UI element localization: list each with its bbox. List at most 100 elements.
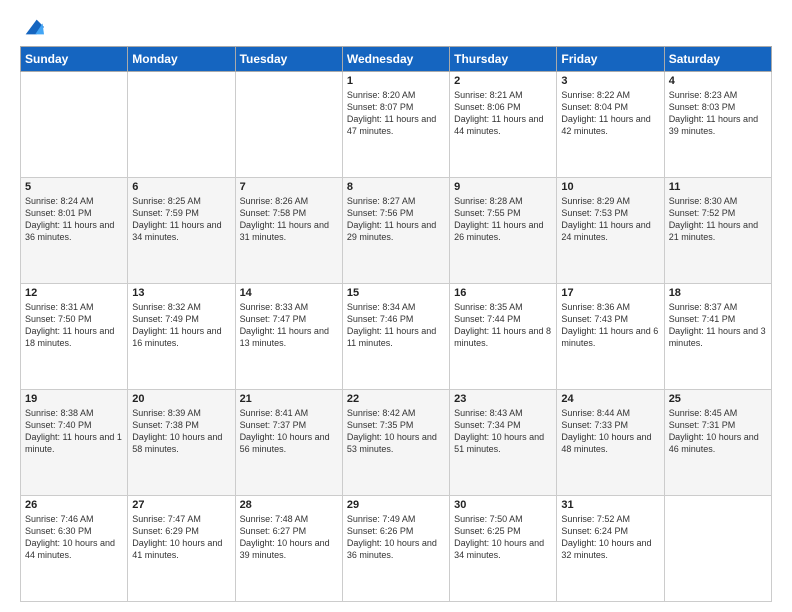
calendar-cell: 19 Sunrise: 8:38 AM Sunset: 7:40 PM Dayli… <box>21 390 128 496</box>
day-header: Tuesday <box>235 47 342 72</box>
calendar-cell: 9 Sunrise: 8:28 AM Sunset: 7:55 PM Daylig… <box>450 178 557 284</box>
header <box>20 16 772 38</box>
calendar-cell: 13 Sunrise: 8:32 AM Sunset: 7:49 PM Dayli… <box>128 284 235 390</box>
day-info: Sunrise: 8:41 AM Sunset: 7:37 PM Dayligh… <box>240 407 338 456</box>
calendar-week: 19 Sunrise: 8:38 AM Sunset: 7:40 PM Dayli… <box>21 390 772 496</box>
calendar-cell: 6 Sunrise: 8:25 AM Sunset: 7:59 PM Daylig… <box>128 178 235 284</box>
day-number: 25 <box>669 393 767 405</box>
day-number: 24 <box>561 393 659 405</box>
calendar-cell: 1 Sunrise: 8:20 AM Sunset: 8:07 PM Daylig… <box>342 72 449 178</box>
calendar-cell: 15 Sunrise: 8:34 AM Sunset: 7:46 PM Dayli… <box>342 284 449 390</box>
calendar-cell: 24 Sunrise: 8:44 AM Sunset: 7:33 PM Dayli… <box>557 390 664 496</box>
calendar-cell: 28Sunrise: 7:48 AM Sunset: 6:27 PM Dayli… <box>235 496 342 602</box>
calendar-week: 26Sunrise: 7:46 AM Sunset: 6:30 PM Dayli… <box>21 496 772 602</box>
day-number: 10 <box>561 181 659 193</box>
day-info: Sunrise: 8:33 AM Sunset: 7:47 PM Dayligh… <box>240 301 338 350</box>
day-number: 27 <box>132 499 230 511</box>
day-number: 9 <box>454 181 552 193</box>
day-info: Sunrise: 8:37 AM Sunset: 7:41 PM Dayligh… <box>669 301 767 350</box>
day-number: 19 <box>25 393 123 405</box>
day-number: 8 <box>347 181 445 193</box>
day-info: Sunrise: 8:39 AM Sunset: 7:38 PM Dayligh… <box>132 407 230 456</box>
calendar-cell <box>128 72 235 178</box>
day-info: Sunrise: 8:31 AM Sunset: 7:50 PM Dayligh… <box>25 301 123 350</box>
day-info: Sunrise: 8:32 AM Sunset: 7:49 PM Dayligh… <box>132 301 230 350</box>
day-number: 29 <box>347 499 445 511</box>
page: SundayMondayTuesdayWednesdayThursdayFrid… <box>0 0 792 612</box>
day-number: 22 <box>347 393 445 405</box>
day-header: Friday <box>557 47 664 72</box>
day-info: Sunrise: 8:27 AM Sunset: 7:56 PM Dayligh… <box>347 195 445 244</box>
calendar-cell: 20 Sunrise: 8:39 AM Sunset: 7:38 PM Dayli… <box>128 390 235 496</box>
calendar-cell: 25 Sunrise: 8:45 AM Sunset: 7:31 PM Dayli… <box>664 390 771 496</box>
calendar-cell: 18 Sunrise: 8:37 AM Sunset: 7:41 PM Dayli… <box>664 284 771 390</box>
day-header: Monday <box>128 47 235 72</box>
day-info: Sunrise: 8:44 AM Sunset: 7:33 PM Dayligh… <box>561 407 659 456</box>
day-info: Sunrise: 8:20 AM Sunset: 8:07 PM Dayligh… <box>347 89 445 138</box>
day-info: Sunrise: 8:22 AM Sunset: 8:04 PM Dayligh… <box>561 89 659 138</box>
calendar-cell: 21 Sunrise: 8:41 AM Sunset: 7:37 PM Dayli… <box>235 390 342 496</box>
calendar-cell: 27 Sunrise: 7:47 AM Sunset: 6:29 PM Dayli… <box>128 496 235 602</box>
day-info: Sunrise: 7:47 AM Sunset: 6:29 PM Dayligh… <box>132 513 230 562</box>
day-info: Sunrise: 8:24 AM Sunset: 8:01 PM Dayligh… <box>25 195 123 244</box>
day-info: Sunrise: 8:23 AM Sunset: 8:03 PM Dayligh… <box>669 89 767 138</box>
calendar-cell: 22 Sunrise: 8:42 AM Sunset: 7:35 PM Dayli… <box>342 390 449 496</box>
day-number: 2 <box>454 75 552 87</box>
calendar-cell: 31 Sunrise: 7:52 AM Sunset: 6:24 PM Dayli… <box>557 496 664 602</box>
calendar-cell <box>235 72 342 178</box>
day-info: Sunrise: 8:36 AM Sunset: 7:43 PM Dayligh… <box>561 301 659 350</box>
day-number: 28 <box>240 499 338 511</box>
day-info: Sunrise: 8:25 AM Sunset: 7:59 PM Dayligh… <box>132 195 230 244</box>
calendar-cell <box>664 496 771 602</box>
day-info: Sunrise: 7:52 AM Sunset: 6:24 PM Dayligh… <box>561 513 659 562</box>
calendar-cell: 8 Sunrise: 8:27 AM Sunset: 7:56 PM Daylig… <box>342 178 449 284</box>
day-number: 16 <box>454 287 552 299</box>
day-info: Sunrise: 8:21 AM Sunset: 8:06 PM Dayligh… <box>454 89 552 138</box>
day-number: 3 <box>561 75 659 87</box>
calendar-cell: 29Sunrise: 7:49 AM Sunset: 6:26 PM Dayli… <box>342 496 449 602</box>
day-info: Sunrise: 8:43 AM Sunset: 7:34 PM Dayligh… <box>454 407 552 456</box>
day-number: 12 <box>25 287 123 299</box>
day-number: 11 <box>669 181 767 193</box>
day-info: Sunrise: 8:38 AM Sunset: 7:40 PM Dayligh… <box>25 407 123 456</box>
day-number: 4 <box>669 75 767 87</box>
logo-icon <box>22 16 44 38</box>
day-number: 6 <box>132 181 230 193</box>
day-number: 30 <box>454 499 552 511</box>
calendar-cell: 2 Sunrise: 8:21 AM Sunset: 8:06 PM Daylig… <box>450 72 557 178</box>
day-info: Sunrise: 8:45 AM Sunset: 7:31 PM Dayligh… <box>669 407 767 456</box>
calendar-cell: 10 Sunrise: 8:29 AM Sunset: 7:53 PM Dayli… <box>557 178 664 284</box>
day-info: Sunrise: 8:26 AM Sunset: 7:58 PM Dayligh… <box>240 195 338 244</box>
calendar-cell <box>21 72 128 178</box>
day-info: Sunrise: 8:34 AM Sunset: 7:46 PM Dayligh… <box>347 301 445 350</box>
calendar: SundayMondayTuesdayWednesdayThursdayFrid… <box>20 46 772 602</box>
day-number: 13 <box>132 287 230 299</box>
day-info: Sunrise: 8:42 AM Sunset: 7:35 PM Dayligh… <box>347 407 445 456</box>
day-info: Sunrise: 8:30 AM Sunset: 7:52 PM Dayligh… <box>669 195 767 244</box>
day-info: Sunrise: 7:46 AM Sunset: 6:30 PM Dayligh… <box>25 513 123 562</box>
calendar-cell: 30 Sunrise: 7:50 AM Sunset: 6:25 PM Dayli… <box>450 496 557 602</box>
day-number: 21 <box>240 393 338 405</box>
day-number: 20 <box>132 393 230 405</box>
calendar-cell: 12 Sunrise: 8:31 AM Sunset: 7:50 PM Dayli… <box>21 284 128 390</box>
day-header: Thursday <box>450 47 557 72</box>
day-number: 1 <box>347 75 445 87</box>
calendar-cell: 14 Sunrise: 8:33 AM Sunset: 7:47 PM Dayli… <box>235 284 342 390</box>
day-info: Sunrise: 8:29 AM Sunset: 7:53 PM Dayligh… <box>561 195 659 244</box>
calendar-cell: 26Sunrise: 7:46 AM Sunset: 6:30 PM Dayli… <box>21 496 128 602</box>
day-header: Sunday <box>21 47 128 72</box>
logo <box>20 16 44 38</box>
day-info: Sunrise: 7:50 AM Sunset: 6:25 PM Dayligh… <box>454 513 552 562</box>
calendar-cell: 4 Sunrise: 8:23 AM Sunset: 8:03 PM Daylig… <box>664 72 771 178</box>
calendar-week: 12 Sunrise: 8:31 AM Sunset: 7:50 PM Dayli… <box>21 284 772 390</box>
day-header: Saturday <box>664 47 771 72</box>
day-number: 31 <box>561 499 659 511</box>
calendar-cell: 5Sunrise: 8:24 AM Sunset: 8:01 PM Daylig… <box>21 178 128 284</box>
day-info: Sunrise: 8:28 AM Sunset: 7:55 PM Dayligh… <box>454 195 552 244</box>
day-number: 14 <box>240 287 338 299</box>
day-number: 15 <box>347 287 445 299</box>
calendar-week: 5Sunrise: 8:24 AM Sunset: 8:01 PM Daylig… <box>21 178 772 284</box>
day-number: 18 <box>669 287 767 299</box>
day-number: 23 <box>454 393 552 405</box>
calendar-cell: 16Sunrise: 8:35 AM Sunset: 7:44 PM Dayli… <box>450 284 557 390</box>
